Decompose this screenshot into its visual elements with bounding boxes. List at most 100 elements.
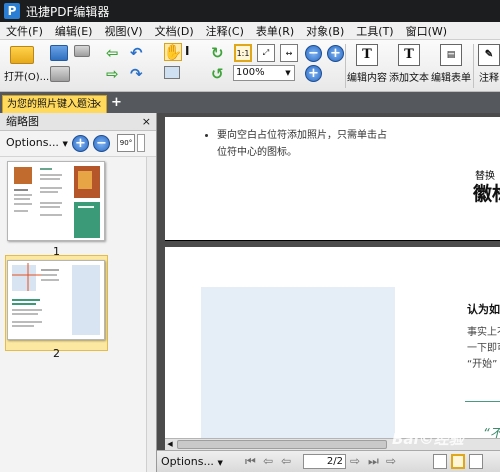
- print-button[interactable]: [50, 66, 70, 82]
- document-tab[interactable]: 为您的照片键入题注 ×: [2, 95, 107, 113]
- divider-line: [465, 401, 500, 402]
- scrollbar-thumb[interactable]: [177, 440, 387, 449]
- menu-tools[interactable]: 工具(T): [350, 23, 399, 39]
- scan-button[interactable]: [74, 45, 90, 57]
- thumbnail-scrollbar[interactable]: [146, 157, 156, 472]
- page-1: 要向空白占位符添加照片，只需单击占位符中心的图标。 替换为 徽标: [165, 117, 500, 241]
- actual-size-button[interactable]: 1:1: [234, 44, 252, 62]
- menu-file[interactable]: 文件(F): [0, 23, 49, 39]
- page-2-line-1: 事实上不: [467, 327, 500, 338]
- menu-bar: 文件(F) 编辑(E) 视图(V) 文档(D) 注释(C) 表单(R) 对象(B…: [0, 22, 500, 40]
- add-text-icon: T: [398, 44, 420, 66]
- rotate-cw-icon[interactable]: ↻: [211, 44, 224, 62]
- title-bar: P 迅捷PDF编辑器: [0, 0, 500, 22]
- prev-page-icon[interactable]: ⇦: [263, 454, 273, 468]
- menu-document[interactable]: 文档(D): [149, 23, 200, 39]
- next-page-icon[interactable]: ⇨: [350, 454, 360, 468]
- forward-icon[interactable]: ⇨: [106, 65, 119, 83]
- single-page-view-icon[interactable]: [433, 454, 447, 469]
- fit-width-icon[interactable]: ↔: [280, 44, 298, 62]
- baidu-watermark: Bai©经验: [392, 430, 464, 448]
- thumbnail-toolbar: Options... ▼ + − 90°: [0, 131, 156, 157]
- comment-button[interactable]: ✎ 注释: [478, 44, 500, 84]
- scanner-icon: [74, 45, 90, 57]
- open-label[interactable]: 打开(O)...: [4, 68, 49, 83]
- continuous-view-icon[interactable]: [451, 454, 465, 469]
- menu-form[interactable]: 表单(R): [250, 23, 300, 39]
- comment-label: 注释: [479, 73, 499, 84]
- add-text-button[interactable]: T 添加文本: [389, 44, 429, 84]
- thumb-zoom-out-icon[interactable]: −: [93, 135, 110, 152]
- thumb-zoom-in-icon[interactable]: +: [72, 135, 89, 152]
- thumbnail-options-label: Options...: [6, 136, 59, 149]
- page-2-heading: 认为如: [467, 303, 500, 316]
- thumbnail-page-2-number: 2: [53, 347, 60, 360]
- menu-object[interactable]: 对象(B): [300, 23, 350, 39]
- window-title: 迅捷PDF编辑器: [26, 4, 110, 19]
- page-2: 认为如 事实上不 一下即可 “开始” “不: [165, 247, 500, 457]
- chevron-down-icon: ▼: [62, 140, 68, 148]
- logo-placeholder-text: 徽标: [473, 183, 500, 205]
- printer-icon: [50, 66, 70, 82]
- close-icon[interactable]: ×: [142, 113, 151, 130]
- select-text-icon[interactable]: I: [185, 44, 189, 58]
- facing-view-icon[interactable]: [469, 454, 483, 469]
- zoom-select[interactable]: 100% ▼: [233, 65, 295, 81]
- zoom-in-icon[interactable]: +: [305, 65, 322, 82]
- page-number-value: 2: [326, 456, 334, 467]
- app-logo-icon: P: [4, 3, 20, 19]
- menu-edit[interactable]: 编辑(E): [49, 23, 99, 39]
- edit-form-label: 编辑表单: [431, 73, 471, 84]
- toolbar-divider: [345, 44, 346, 88]
- folder-icon: [10, 46, 34, 64]
- hand-tool-icon[interactable]: ✋: [164, 43, 182, 61]
- thumbnail-list: 1 2: [0, 157, 146, 472]
- status-options-button[interactable]: Options... ▼: [161, 455, 223, 468]
- next-view-icon[interactable]: ⇨: [386, 454, 396, 468]
- status-bar: Options... ▼ ⏮ ⇦ ⇦ 2/2 ⇨ ⏭ ⇨: [157, 450, 500, 472]
- scroll-left-icon[interactable]: ◀: [165, 439, 175, 450]
- menu-view[interactable]: 视图(V): [98, 23, 148, 39]
- page-2-line-2: 一下即可: [467, 343, 500, 354]
- document-view: 要向空白占位符添加照片，只需单击占位符中心的图标。 替换为 徽标 认为如 事实上…: [157, 113, 500, 472]
- open-button[interactable]: [10, 46, 34, 64]
- page-1-bullet-line-2: 位符中心的图标。: [217, 147, 297, 158]
- thumbnail-page-2[interactable]: [7, 260, 105, 340]
- redo-icon[interactable]: ↷: [130, 65, 143, 83]
- close-icon[interactable]: ×: [94, 96, 102, 113]
- save-icon: [50, 45, 68, 61]
- page-total: 2: [336, 456, 343, 467]
- thumbnail-options-button[interactable]: Options... ▼: [6, 136, 68, 149]
- edit-form-icon: ▤: [440, 44, 462, 66]
- thumbnail-panel-header: 缩略图 ×: [0, 113, 156, 131]
- chevron-down-icon: ▼: [217, 459, 223, 467]
- rotate-page-button[interactable]: 90°: [117, 134, 135, 152]
- first-page-icon[interactable]: ⏮: [245, 454, 256, 469]
- thumbnail-size-slider[interactable]: [137, 134, 145, 152]
- thumbnail-page-1[interactable]: [7, 161, 105, 241]
- edit-content-button[interactable]: T 编辑内容: [347, 44, 387, 84]
- page-1-preview: [14, 166, 100, 238]
- edit-form-button[interactable]: ▤ 编辑表单: [431, 44, 471, 84]
- toolbar-divider: [473, 44, 474, 88]
- add-text-label: 添加文本: [389, 73, 429, 84]
- page-1-bullet: 要向空白占位符添加照片，只需单击占位符中心的图标。: [207, 127, 387, 161]
- page-2-paragraph: 事实上不 一下即可 “开始”: [467, 325, 500, 373]
- zoom-out-icon[interactable]: −: [305, 45, 322, 62]
- undo-icon[interactable]: ↶: [130, 44, 143, 62]
- save-button[interactable]: [50, 45, 68, 61]
- prev-view-icon[interactable]: ⇦: [281, 454, 291, 468]
- page-number-input[interactable]: 2/2: [303, 454, 346, 469]
- menu-window[interactable]: 窗口(W): [400, 23, 453, 39]
- fit-page-icon[interactable]: ⤢: [257, 44, 275, 62]
- document-tab-strip: 为您的照片键入题注 × +: [0, 92, 500, 113]
- snapshot-icon[interactable]: [164, 66, 180, 79]
- rotate-ccw-icon[interactable]: ↺: [211, 65, 224, 83]
- back-icon[interactable]: ⇦: [106, 44, 119, 62]
- page-1-bullet-line-1: 要向空白占位符添加照片，只需单击占: [217, 130, 387, 141]
- menu-comment[interactable]: 注释(C): [200, 23, 250, 39]
- new-tab-icon[interactable]: +: [111, 96, 123, 110]
- zoom-in-small-icon[interactable]: +: [327, 45, 344, 62]
- photo-placeholder[interactable]: [201, 287, 395, 457]
- last-page-icon[interactable]: ⏭: [368, 454, 379, 469]
